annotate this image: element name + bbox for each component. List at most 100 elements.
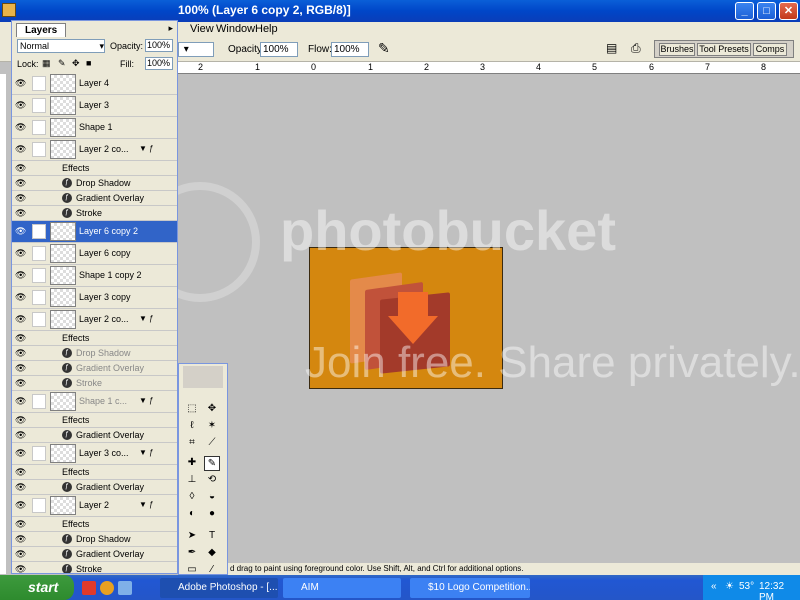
palette-icon[interactable]: ▤ (606, 41, 617, 55)
slice-tool-icon[interactable]: ⟋ (204, 436, 220, 451)
start-button[interactable]: start (0, 575, 74, 600)
lock-transparency-icon[interactable]: ▦ (42, 58, 51, 69)
tool-presets-icon[interactable] (183, 366, 223, 388)
layer-effect-row[interactable]: 👁 Effects (12, 413, 177, 428)
visibility-eye-icon[interactable]: 👁 (15, 534, 27, 544)
layer-row[interactable]: 👁 Shape 1 (12, 117, 177, 139)
tray-arrow-icon[interactable]: « (711, 581, 717, 592)
flow-field[interactable]: 100% (331, 42, 369, 57)
visibility-eye-icon[interactable]: 👁 (15, 564, 27, 573)
visibility-eye-icon[interactable]: 👁 (15, 270, 27, 280)
desktop-quicklaunch-icon[interactable] (118, 581, 132, 595)
layer-row[interactable]: 👁 Layer 3 copy (12, 287, 177, 309)
visibility-eye-icon[interactable]: 👁 (15, 448, 27, 458)
type-tool-icon[interactable]: T (204, 529, 220, 544)
visibility-eye-icon[interactable]: 👁 (15, 519, 27, 529)
visibility-eye-icon[interactable]: 👁 (15, 292, 27, 302)
brush-mode-dropdown[interactable]: ▾ (178, 42, 214, 57)
layer-link-box[interactable] (32, 76, 46, 91)
eraser-tool-icon[interactable]: ◊ (184, 490, 200, 505)
brush-tool-icon[interactable]: ✎ (204, 456, 220, 471)
visibility-eye-icon[interactable]: 👁 (15, 178, 27, 188)
layer-row[interactable]: 👁 Layer 2 ▼ ƒ (12, 495, 177, 517)
aim-quicklaunch-icon[interactable] (82, 581, 96, 595)
layer-effects-toggle-icon[interactable]: ▼ ƒ (139, 314, 154, 323)
lock-all-icon[interactable]: ■ (86, 58, 91, 68)
blend-mode-select[interactable]: Normal ▾ (17, 39, 105, 53)
layer-effect-row[interactable]: 👁 ƒ Drop Shadow (12, 176, 177, 191)
visibility-eye-icon[interactable]: 👁 (15, 122, 27, 132)
visibility-eye-icon[interactable]: 👁 (15, 144, 27, 154)
layer-effects-toggle-icon[interactable]: ▼ ƒ (139, 448, 154, 457)
minimize-button[interactable]: _ (735, 2, 754, 20)
fill-field[interactable]: 100% (145, 57, 173, 70)
visibility-eye-icon[interactable]: 👁 (15, 163, 27, 173)
tab-comps[interactable]: Comps (753, 43, 787, 56)
layer-effect-row[interactable]: 👁 Effects (12, 161, 177, 176)
layer-effect-row[interactable]: 👁 ƒ Gradient Overlay (12, 428, 177, 443)
lock-position-icon[interactable]: ✥ (72, 58, 80, 69)
taskbar-browser[interactable]: $10 Logo Competition... (410, 578, 530, 598)
tab-brushes[interactable]: Brushes (659, 43, 695, 56)
pen-tool-icon[interactable]: ✒ (184, 546, 200, 561)
magic-wand-tool-icon[interactable]: ✶ (204, 419, 220, 434)
layer-row[interactable]: 👁 ✎ Layer 6 copy 2 (12, 221, 177, 243)
layer-row[interactable]: 👁 Layer 3 co... ▼ ƒ (12, 443, 177, 465)
layer-effect-row[interactable]: 👁 ƒ Stroke (12, 562, 177, 573)
visibility-eye-icon[interactable]: 👁 (15, 430, 27, 440)
layer-effect-row[interactable]: 👁 Effects (12, 465, 177, 480)
lasso-tool-icon[interactable]: ℓ (184, 419, 200, 434)
layer-row[interactable]: 👁 Layer 2 co... ▼ ƒ (12, 139, 177, 161)
layer-link-box[interactable] (32, 290, 46, 305)
layer-effects-toggle-icon[interactable]: ▼ ƒ (139, 500, 154, 509)
visibility-eye-icon[interactable]: 👁 (15, 467, 27, 477)
tab-layers[interactable]: Layers (16, 23, 67, 37)
paint-bucket-tool-icon[interactable]: ◒ (204, 490, 220, 505)
layer-effect-row[interactable]: 👁 ƒ Drop Shadow (12, 346, 177, 361)
layer-link-box[interactable] (32, 394, 46, 409)
move-tool-icon[interactable]: ✥ (204, 402, 220, 417)
print-icon[interactable]: ⎙ (631, 41, 641, 56)
layer-link-box[interactable] (32, 312, 46, 327)
menu-view[interactable]: View (190, 23, 214, 35)
airbrush-icon[interactable]: ✎ (378, 40, 390, 57)
visibility-eye-icon[interactable]: 👁 (15, 363, 27, 373)
layer-effects-toggle-icon[interactable]: ▼ ƒ (139, 144, 154, 153)
visibility-eye-icon[interactable]: 👁 (15, 378, 27, 388)
close-button[interactable]: ✕ (779, 2, 798, 20)
taskbar-photoshop[interactable]: Adobe Photoshop - [... (160, 578, 278, 598)
visibility-eye-icon[interactable]: 👁 (15, 500, 27, 510)
layer-row[interactable]: 👁 Shape 1 copy 2 (12, 265, 177, 287)
layer-effect-row[interactable]: 👁 ƒ Gradient Overlay (12, 361, 177, 376)
layer-link-box[interactable] (32, 142, 46, 157)
layer-effect-row[interactable]: 👁 ƒ Gradient Overlay (12, 547, 177, 562)
layer-effect-row[interactable]: 👁 Effects (12, 331, 177, 346)
layer-link-box[interactable] (32, 498, 46, 513)
visibility-eye-icon[interactable]: 👁 (15, 396, 27, 406)
weather-icon[interactable]: ☀ (725, 581, 734, 592)
menu-window[interactable]: Window (216, 23, 255, 35)
clone-stamp-tool-icon[interactable]: ⊥ (184, 473, 200, 488)
layer-row[interactable]: 👁 Shape 1 c... ▼ ƒ (12, 391, 177, 413)
visibility-eye-icon[interactable]: 👁 (15, 208, 27, 218)
path-selection-tool-icon[interactable]: ➤ (184, 529, 200, 544)
history-brush-tool-icon[interactable]: ⟲ (204, 473, 220, 488)
browser-quicklaunch-icon[interactable] (100, 581, 114, 595)
layer-effect-row[interactable]: 👁 ƒ Gradient Overlay (12, 480, 177, 495)
layer-row[interactable]: 👁 Layer 2 co... ▼ ƒ (12, 309, 177, 331)
menu-help[interactable]: Help (255, 23, 278, 35)
layer-row[interactable]: 👁 Layer 6 copy (12, 243, 177, 265)
visibility-eye-icon[interactable]: 👁 (15, 100, 27, 110)
layer-link-box[interactable] (32, 268, 46, 283)
visibility-eye-icon[interactable]: 👁 (15, 333, 27, 343)
taskbar-aim[interactable]: AIM (283, 578, 401, 598)
panel-menu-icon[interactable]: ▸ (168, 23, 173, 34)
dodge-tool-icon[interactable]: ● (204, 507, 220, 522)
crop-tool-icon[interactable]: ⌗ (184, 436, 200, 451)
marquee-tool-icon[interactable]: ⬚ (184, 402, 200, 417)
tab-tool-presets[interactable]: Tool Presets (697, 43, 751, 56)
layer-link-box[interactable] (32, 98, 46, 113)
layer-link-box[interactable] (32, 446, 46, 461)
layer-effects-toggle-icon[interactable]: ▼ ƒ (139, 396, 154, 405)
visibility-eye-icon[interactable]: 👁 (15, 78, 27, 88)
